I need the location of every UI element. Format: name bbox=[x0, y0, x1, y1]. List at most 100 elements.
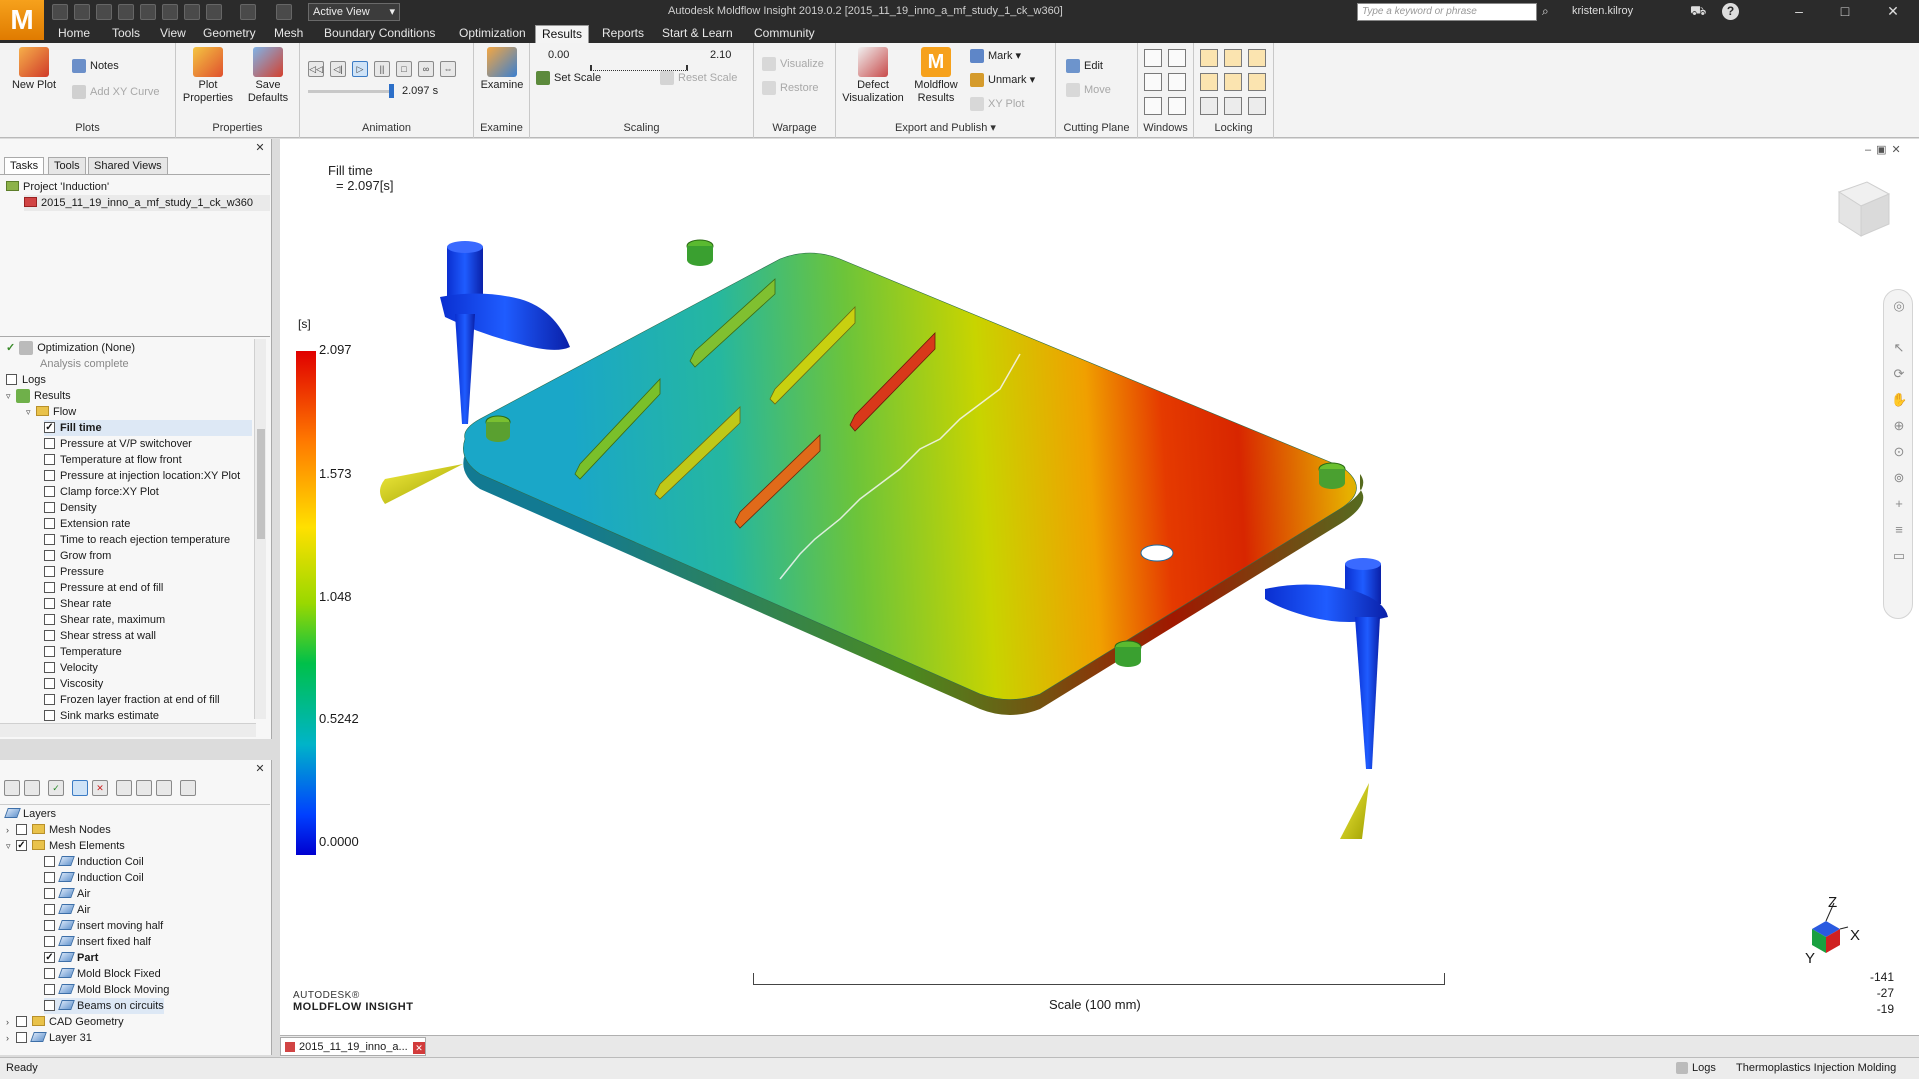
part-model[interactable] bbox=[280, 139, 1919, 1035]
flow-row[interactable]: ▿ Flow bbox=[26, 404, 76, 420]
open-icon[interactable] bbox=[74, 4, 90, 20]
xy-plot-button[interactable]: XY Plot bbox=[970, 97, 1025, 111]
close-button[interactable]: ✕ bbox=[1870, 0, 1916, 24]
menu-tab-community[interactable]: Community bbox=[748, 25, 821, 43]
result-checkbox[interactable] bbox=[44, 565, 55, 577]
help-icon[interactable]: ? bbox=[1722, 3, 1739, 20]
results-scrollbar[interactable] bbox=[254, 339, 266, 719]
layer-item[interactable]: Air bbox=[44, 886, 90, 902]
panel-close-icon[interactable]: ✕ bbox=[254, 763, 266, 775]
result-item[interactable]: Pressure at end of fill bbox=[44, 580, 252, 596]
result-item[interactable]: Pressure bbox=[44, 564, 252, 580]
view-icon[interactable] bbox=[276, 4, 292, 20]
expand-icon[interactable]: ▿ bbox=[6, 838, 16, 854]
tab-tools[interactable]: Tools bbox=[48, 157, 86, 174]
lock-disabled-2-icon[interactable] bbox=[1224, 97, 1242, 115]
zoom-icon[interactable]: ⊕ bbox=[1891, 418, 1907, 434]
result-checkbox[interactable] bbox=[44, 581, 55, 593]
save-defaults-button[interactable]: Save Defaults bbox=[240, 47, 296, 105]
expand-icon[interactable]: › bbox=[6, 1030, 16, 1046]
move-icon[interactable] bbox=[206, 4, 222, 20]
result-item[interactable]: Pressure at V/P switchover bbox=[44, 436, 252, 452]
cart-icon[interactable]: ⛟ bbox=[1690, 3, 1706, 21]
layers-root[interactable]: Layers bbox=[4, 806, 56, 822]
tab-shared-views[interactable]: Shared Views bbox=[88, 157, 168, 174]
result-checkbox[interactable] bbox=[44, 533, 55, 545]
user-name[interactable]: kristen.kilroy bbox=[1572, 5, 1633, 17]
result-item[interactable]: Temperature at flow front bbox=[44, 452, 252, 468]
expand-icon[interactable]: ▿ bbox=[6, 388, 16, 404]
layer-item[interactable]: Beams on circuits bbox=[44, 998, 164, 1014]
result-item[interactable]: Velocity bbox=[44, 660, 252, 676]
window-layout-6-icon[interactable] bbox=[1168, 97, 1186, 115]
layer-31-row[interactable]: › Layer 31 bbox=[6, 1030, 92, 1046]
minimize-button[interactable]: – bbox=[1776, 0, 1822, 24]
result-checkbox[interactable] bbox=[44, 661, 55, 673]
layer-item[interactable]: Part bbox=[44, 950, 98, 966]
study-row[interactable]: 2015_11_19_inno_a_mf_study_1_ck_w360 bbox=[24, 195, 270, 211]
layer-checkbox[interactable] bbox=[44, 919, 55, 931]
result-item[interactable]: Shear stress at wall bbox=[44, 628, 252, 644]
result-item[interactable]: Extension rate bbox=[44, 516, 252, 532]
save-all-icon[interactable] bbox=[118, 4, 134, 20]
result-item[interactable]: Grow from bbox=[44, 548, 252, 564]
assign-icon[interactable] bbox=[72, 780, 88, 796]
menu-tab-boundary-conditions[interactable]: Boundary Conditions bbox=[318, 25, 441, 43]
examine-button[interactable]: Examine bbox=[476, 47, 528, 92]
menu-tab-view[interactable]: View bbox=[154, 25, 192, 43]
layer-item[interactable]: Mold Block Fixed bbox=[44, 966, 161, 982]
layer-checkbox[interactable] bbox=[44, 935, 55, 947]
delete-layer-icon[interactable] bbox=[24, 780, 40, 796]
unmark-button[interactable]: Unmark ▾ bbox=[970, 73, 1035, 88]
layer-checkbox[interactable] bbox=[44, 855, 55, 867]
result-checkbox[interactable] bbox=[44, 597, 55, 609]
layer-checkbox[interactable] bbox=[44, 903, 55, 915]
undo-icon[interactable] bbox=[140, 4, 156, 20]
result-item[interactable]: Density bbox=[44, 500, 252, 516]
logs-row[interactable]: Logs bbox=[6, 372, 46, 388]
binoculars-icon[interactable]: ⌕ bbox=[1542, 4, 1549, 19]
logs-checkbox[interactable] bbox=[6, 373, 17, 385]
menu-tab-home[interactable]: Home bbox=[52, 25, 96, 43]
layer-checkbox[interactable] bbox=[44, 951, 55, 963]
result-item[interactable]: Pressure at injection location:XY Plot bbox=[44, 468, 252, 484]
layer-checkbox[interactable] bbox=[44, 887, 55, 899]
logs-button[interactable]: Logs bbox=[1676, 1062, 1716, 1075]
rotate-icon[interactable]: ⟳ bbox=[1891, 366, 1907, 382]
mesh-elements-checkbox[interactable] bbox=[16, 839, 27, 851]
result-checkbox[interactable] bbox=[44, 613, 55, 625]
step-back-icon[interactable]: ◁| bbox=[330, 61, 346, 77]
window-layout-2-icon[interactable] bbox=[1168, 49, 1186, 67]
select-arrow-icon[interactable]: ↖ bbox=[1891, 340, 1907, 356]
lock-plots-icon[interactable] bbox=[1200, 49, 1218, 67]
mesh-nodes-row[interactable]: › Mesh Nodes bbox=[6, 822, 111, 838]
result-checkbox[interactable] bbox=[44, 517, 55, 529]
result-item[interactable]: Frozen layer fraction at end of fill bbox=[44, 692, 252, 708]
lock-animation-icon[interactable] bbox=[1248, 49, 1266, 67]
pause-icon[interactable]: || bbox=[374, 61, 390, 77]
menu-tab-tools[interactable]: Tools bbox=[106, 25, 146, 43]
section-icon[interactable]: ≡ bbox=[1891, 522, 1907, 538]
lock-views-icon[interactable] bbox=[1224, 49, 1242, 67]
layer-item[interactable]: Induction Coil bbox=[44, 854, 144, 870]
result-item[interactable]: Viscosity bbox=[44, 676, 252, 692]
tab-close-icon[interactable]: ✕ bbox=[413, 1042, 425, 1054]
layer-item[interactable]: Induction Coil bbox=[44, 870, 144, 886]
menu-tab-mesh[interactable]: Mesh bbox=[268, 25, 309, 43]
steering-wheel-icon[interactable]: ◎ bbox=[1891, 298, 1907, 314]
cad-geometry-row[interactable]: › CAD Geometry bbox=[6, 1014, 124, 1030]
app-logo[interactable]: M bbox=[0, 0, 44, 40]
loop-icon[interactable]: ∞ bbox=[418, 61, 434, 77]
layer-item[interactable]: Mold Block Moving bbox=[44, 982, 169, 998]
window-layout-1-icon[interactable] bbox=[1144, 49, 1162, 67]
animation-slider[interactable] bbox=[308, 90, 394, 93]
result-checkbox[interactable] bbox=[44, 549, 55, 561]
layer-item[interactable]: Air bbox=[44, 902, 90, 918]
panel-close-icon[interactable]: ✕ bbox=[254, 142, 266, 154]
window-layout-3-icon[interactable] bbox=[1144, 73, 1162, 91]
menu-tab-optimization[interactable]: Optimization bbox=[453, 25, 532, 43]
layer-move-icon[interactable] bbox=[156, 780, 172, 796]
result-checkbox[interactable] bbox=[44, 437, 55, 449]
result-checkbox[interactable] bbox=[44, 485, 55, 497]
expand-layer-icon[interactable] bbox=[116, 780, 132, 796]
